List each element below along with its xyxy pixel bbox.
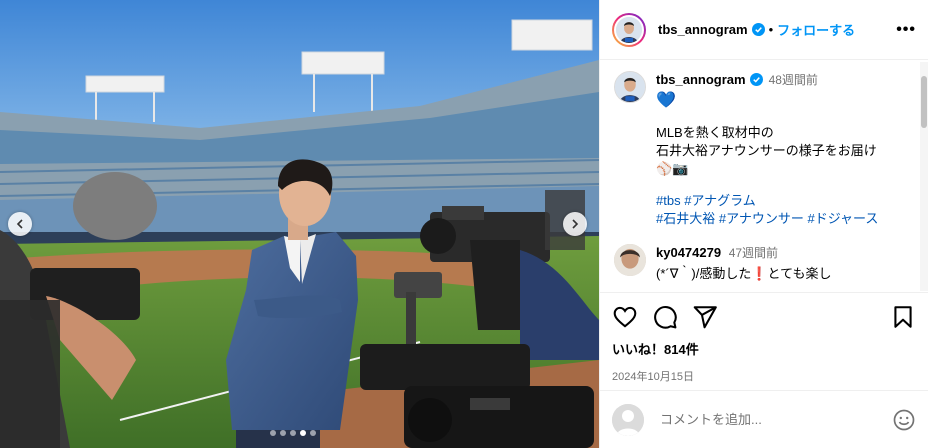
post-details-panel: tbs_annogram • フォローする ••• tbs_annogram 4… [599, 0, 928, 448]
default-user-icon [612, 403, 644, 436]
verified-badge-icon [749, 73, 763, 86]
stadium-photo [0, 0, 599, 448]
hashtag-link[interactable]: #ドジャース [807, 211, 878, 226]
hashtag-link[interactable]: #アナウンサー [719, 211, 804, 226]
slide-dot [300, 430, 306, 436]
verified-badge-icon [751, 23, 765, 36]
next-slide-button[interactable] [563, 212, 587, 236]
likes-count[interactable]: いいね！814件 [612, 339, 916, 358]
caption-username[interactable]: tbs_annogram [656, 72, 746, 87]
comments-list[interactable]: tbs_annogram 48週間前 💙 MLBを熱く取材中の 石井大裕アナウン… [600, 61, 920, 291]
hashtag-link[interactable]: #tbs [656, 193, 681, 208]
caption-text: MLBを熱く取材中の 石井大裕アナウンサーの様子をお届け ⚾📷 [656, 125, 877, 176]
caption-hashtags: #tbs #アナグラム #石井大裕 #アナウンサー #ドジャース [656, 192, 908, 228]
author-avatar[interactable] [612, 12, 646, 47]
caption: tbs_annogram 48週間前 💙 MLBを熱く取材中の 石井大裕アナウン… [600, 61, 920, 228]
follow-button[interactable]: フォローする [777, 20, 855, 39]
chevron-left-icon [16, 219, 23, 229]
slide-dot [290, 430, 296, 436]
commenter-username[interactable]: ky0474279 [656, 245, 721, 260]
add-comment-bar [600, 390, 928, 448]
author-username[interactable]: tbs_annogram [658, 22, 748, 37]
caption-timestamp[interactable]: 48週間前 [769, 71, 818, 88]
avatar-image [614, 244, 646, 276]
scrollbar-thumb[interactable] [921, 76, 927, 128]
slide-dot [270, 430, 276, 436]
slide-indicator [270, 430, 316, 436]
hashtag-link[interactable]: #石井大裕 [656, 211, 715, 226]
avatar-image [616, 16, 642, 43]
caption-avatar[interactable] [614, 71, 646, 103]
comment-icon[interactable] [652, 304, 678, 330]
post-actions: いいね！814件 2024年10月15日 [600, 292, 928, 384]
chevron-right-icon [572, 219, 579, 229]
comment-item: ky0474279 47週間前 (*´∇｀)/感動した❗とても楽し [600, 244, 920, 282]
previous-slide-button[interactable] [8, 212, 32, 236]
heart-icon[interactable] [612, 304, 638, 330]
slide-dot [280, 430, 286, 436]
more-options-icon[interactable]: ••• [896, 21, 916, 39]
comment-text: (*´∇｀)/感動した❗とても楽し [656, 266, 832, 281]
caption-heart-emoji: 💙 [656, 92, 676, 109]
emoji-icon[interactable] [892, 408, 916, 432]
avatar-image [615, 72, 645, 102]
post-media[interactable] [0, 0, 599, 448]
commenter-avatar[interactable] [614, 244, 646, 276]
header-separator: • [768, 22, 774, 37]
post-date[interactable]: 2024年10月15日 [612, 368, 916, 384]
hashtag-link[interactable]: #アナグラム [684, 193, 756, 208]
share-icon[interactable] [692, 304, 718, 330]
current-user-avatar [612, 403, 644, 436]
comment-timestamp[interactable]: 47週間前 [729, 246, 778, 260]
post-header: tbs_annogram • フォローする ••• [600, 0, 928, 60]
instagram-post-modal: tbs_annogram • フォローする ••• tbs_annogram 4… [0, 0, 928, 448]
comments-scrollbar[interactable] [920, 62, 928, 291]
slide-dot [310, 430, 316, 436]
bookmark-icon[interactable] [890, 304, 916, 330]
comment-input[interactable] [660, 412, 892, 427]
